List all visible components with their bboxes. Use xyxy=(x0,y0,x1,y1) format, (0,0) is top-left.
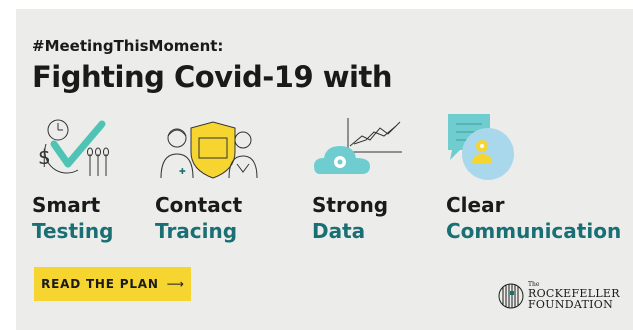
pillar-line1: Contact xyxy=(155,193,243,217)
cta-label: READ THE PLAN xyxy=(41,277,159,291)
pillar-line1: Strong xyxy=(312,193,389,217)
testing-icon: $ xyxy=(38,119,109,176)
read-the-plan-button[interactable]: READ THE PLAN ⟶ xyxy=(34,267,191,301)
pillar-strong-data: Strong Data xyxy=(312,114,417,244)
hashtag: #MeetingThisMoment: xyxy=(32,37,224,55)
communication-icon xyxy=(448,114,514,180)
svg-text:✚: ✚ xyxy=(179,167,186,176)
pillar-smart-testing: $ Smart Testing xyxy=(32,114,137,244)
pillar-line2: Data xyxy=(312,219,366,243)
svg-text:$: $ xyxy=(38,145,51,169)
logo-line2: FOUNDATION xyxy=(528,298,614,311)
pillar-line2: Communication xyxy=(446,219,622,243)
data-cloud-icon xyxy=(314,118,402,174)
pillar-contact-tracing: ✚ Contact Tracing xyxy=(155,114,260,244)
pillar-clear-communication: Clear Communication xyxy=(446,114,621,244)
headline: Fighting Covid-19 with xyxy=(32,60,393,94)
contact-tracing-icon: ✚ xyxy=(160,121,258,179)
pillar-line1: Clear xyxy=(446,193,505,217)
pillar-line1: Smart xyxy=(32,193,101,217)
campaign-banner: #MeetingThisMoment: Fighting Covid-19 wi… xyxy=(16,9,633,330)
arrow-right-icon: ⟶ xyxy=(166,277,184,291)
pillar-line2: Testing xyxy=(32,219,114,243)
logo-wordmark: The ROCKEFELLER FOUNDATION xyxy=(528,282,620,311)
rockefeller-foundation-logo: The ROCKEFELLER FOUNDATION xyxy=(498,280,620,312)
foundation-globe-icon xyxy=(498,283,524,309)
pillar-line2: Tracing xyxy=(155,219,238,243)
